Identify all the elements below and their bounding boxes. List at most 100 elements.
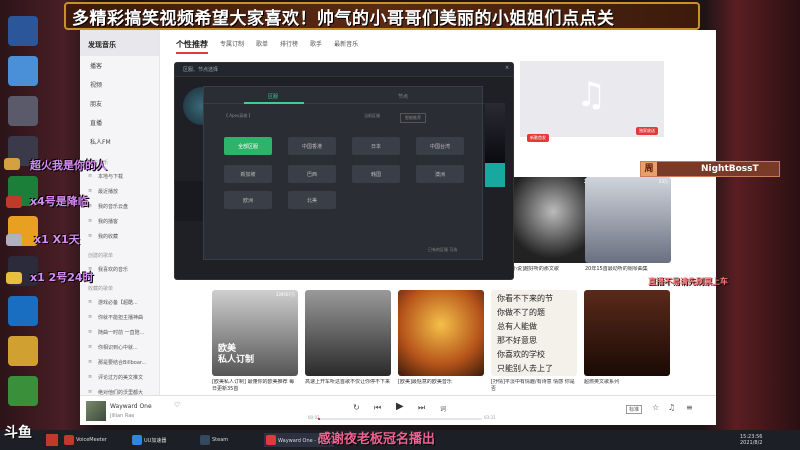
desktop-icon[interactable]: [8, 336, 38, 366]
banner-tag: 新歌首发: [527, 134, 549, 142]
next-icon[interactable]: ⏭: [418, 403, 425, 413]
album-thumb[interactable]: [86, 401, 106, 421]
sidebar-collected-item[interactable]: 随曲一时前 一直陪...: [80, 325, 159, 340]
gift-icon: [6, 234, 22, 246]
sidebar-header[interactable]: 发现音乐: [80, 30, 159, 56]
queue-icon[interactable]: ≡: [686, 403, 693, 412]
playlist-caption: [抒情]平淡中有情趣/有诗意 情感 你是否: [491, 379, 575, 392]
auto-label[interactable]: 智能推荐: [400, 113, 426, 123]
region-option[interactable]: 欧洲: [224, 191, 272, 209]
taskbar-item[interactable]: VoiceMeeter: [62, 433, 107, 447]
playlist-caption: [欧美私人订制] 最懂你的欧美推荐 每日更新35首: [212, 379, 295, 392]
poem-line: 你喜欢的学校: [497, 350, 545, 359]
lyrics-icon[interactable]: 词: [440, 404, 446, 413]
sidebar-item[interactable]: 直播: [80, 113, 159, 132]
sidebar-item[interactable]: 私人FM: [80, 132, 159, 151]
thanks-banner: 感谢夜老板冠名播出: [318, 432, 436, 447]
close-icon[interactable]: ×: [505, 65, 509, 71]
tab-new-music[interactable]: 最新音乐: [334, 39, 358, 54]
playlist-cover: [398, 290, 484, 376]
banner-right[interactable]: ♫ 独家放送: [520, 61, 664, 137]
sidebar-my-item[interactable]: 我的收藏: [80, 229, 159, 244]
region-option[interactable]: 澳洲: [416, 165, 464, 183]
section-created: 创建的歌单: [88, 253, 114, 259]
sidebar-item[interactable]: 朋友: [80, 94, 159, 113]
region-option[interactable]: 日本: [352, 137, 400, 155]
sidebar-collected-item[interactable]: 评论过万的美文推文: [80, 370, 159, 385]
poem-text: 你看不下来的节 你做不了的题 总有人能做 那不好意思 你喜欢的学校 只能别人去上…: [497, 292, 553, 376]
sidebar-collected-item[interactable]: 那是要结合Billboar...: [80, 355, 159, 370]
taskbar-item[interactable]: Steam: [198, 433, 228, 447]
region-option[interactable]: 巴西: [288, 165, 336, 183]
desktop-icon[interactable]: [8, 16, 38, 46]
tab-recommend[interactable]: 个性推荐: [176, 39, 208, 54]
desktop-icon[interactable]: [8, 296, 38, 326]
mode-label: 当前区服: [364, 113, 380, 118]
region-option[interactable]: 韩国: [352, 165, 400, 183]
desktop-icon[interactable]: [8, 56, 38, 86]
tab-node[interactable]: 节点: [398, 93, 408, 100]
heart-icon[interactable]: ♡: [174, 401, 180, 409]
playlist-card[interactable]: 高速上开车听这首歌不仅让你停不下来: [305, 290, 391, 393]
sidebar-item[interactable]: 播客: [80, 56, 159, 75]
desktop-icon[interactable]: [8, 96, 38, 126]
region-option[interactable]: 中国香港: [288, 137, 336, 155]
tab-custom[interactable]: 专属订制: [220, 39, 244, 54]
sidebar-my-item[interactable]: 我的音乐云盘: [80, 199, 159, 214]
player-bar: Wayward One Jillian Rae ♡ ↻ ⏮ ▶ ⏭ 词 00:0…: [80, 395, 716, 425]
poem-line: 总有人能做: [497, 322, 537, 331]
sidebar-collected-item[interactable]: 你就不能担主播神曲: [80, 310, 159, 325]
region-option[interactable]: 全部区服: [224, 137, 272, 155]
playlist-card[interactable]: [欧美]最惬意的欧美音乐: [398, 290, 484, 393]
clock-date: 2021/8/2: [740, 440, 763, 446]
accelerator-title: 区服、节点选择: [183, 67, 219, 73]
tab-artists[interactable]: 歌手: [310, 39, 322, 54]
taskbar-clock[interactable]: 15:23:56 2021/8/2: [740, 434, 762, 446]
poem-line: 那不好意思: [497, 336, 537, 345]
playlist-icon[interactable]: 标准: [626, 405, 643, 414]
playlist-cover: [305, 290, 391, 376]
region-option[interactable]: 北美: [288, 191, 336, 209]
sidebar-item[interactable]: 视频: [80, 75, 159, 94]
playlist-card[interactable]: 23万 [小说]越好听的那文歌: [510, 177, 596, 280]
tab-charts[interactable]: 排行榜: [280, 39, 298, 54]
playlist-card[interactable]: 你看不下来的节 你做不了的题 总有人能做 那不好意思 你喜欢的学校 只能别人去上…: [491, 290, 577, 393]
playlist-card[interactable]: 超燃英文歌系列: [584, 290, 670, 393]
effect-icon[interactable]: ☆: [652, 403, 659, 412]
playlist-cover: 23万: [510, 177, 596, 263]
douyu-logo: 斗鱼: [4, 425, 32, 441]
play-count: 339507万: [275, 292, 295, 297]
sidebar-my-item[interactable]: 我的播客: [80, 214, 159, 229]
track-title[interactable]: Wayward One: [110, 403, 152, 410]
progress-bar[interactable]: [318, 418, 482, 420]
taskbar-item[interactable]: UU加速器: [130, 433, 166, 447]
volume-icon[interactable]: ♫: [668, 403, 675, 412]
loop-icon[interactable]: ↻: [353, 403, 360, 412]
playlist-card[interactable]: 339507万 欧美 私人订制 [欧美私人订制] 最懂你的欧美推荐 每日更新35首: [212, 290, 298, 393]
sidebar-collected-item[interactable]: 你相识到心中就...: [80, 340, 159, 355]
prev-icon[interactable]: ⏮: [374, 403, 381, 413]
track-artist[interactable]: Jillian Rae: [110, 413, 134, 419]
play-icon[interactable]: ▶: [396, 401, 404, 412]
sidebar-my-item[interactable]: 最近播放: [80, 184, 159, 199]
sidebar-collected-item[interactable]: 游戏必备【超酷...: [80, 295, 159, 310]
danmaku-text: x4号是降临: [30, 195, 89, 208]
region-option[interactable]: 中国台湾: [416, 137, 464, 155]
tab-region[interactable]: 区服: [268, 93, 278, 100]
poem-line: 只能别人去上了: [497, 364, 553, 373]
time-total: 03:31: [484, 415, 496, 420]
playlist-card[interactable]: 23万 20年15首最动听的钢琴曲集: [585, 177, 671, 280]
top-tabs: 个性推荐 专属订制 歌单 排行榜 歌手 最新音乐: [176, 39, 358, 54]
sidebar: 发现音乐 播客 视频 朋友 直播 私人FM 我的音乐 本地与下载 最近播放 我的…: [80, 30, 160, 396]
gift-icon: [6, 196, 22, 208]
user-badge: 周 NightBossT: [640, 161, 780, 177]
desktop-icon[interactable]: [8, 376, 38, 406]
start-icon[interactable]: [46, 434, 58, 446]
danmaku-text: x1 2号24时: [30, 271, 94, 284]
banner-tag: 独家放送: [636, 127, 658, 135]
region-option[interactable]: 新加坡: [224, 165, 272, 183]
playlist-caption: [欧美]最惬意的欧美音乐: [398, 379, 452, 385]
tab-playlist[interactable]: 歌单: [256, 39, 268, 54]
art-panel: [485, 103, 505, 163]
poem-line: 你看不下来的节: [497, 294, 553, 303]
